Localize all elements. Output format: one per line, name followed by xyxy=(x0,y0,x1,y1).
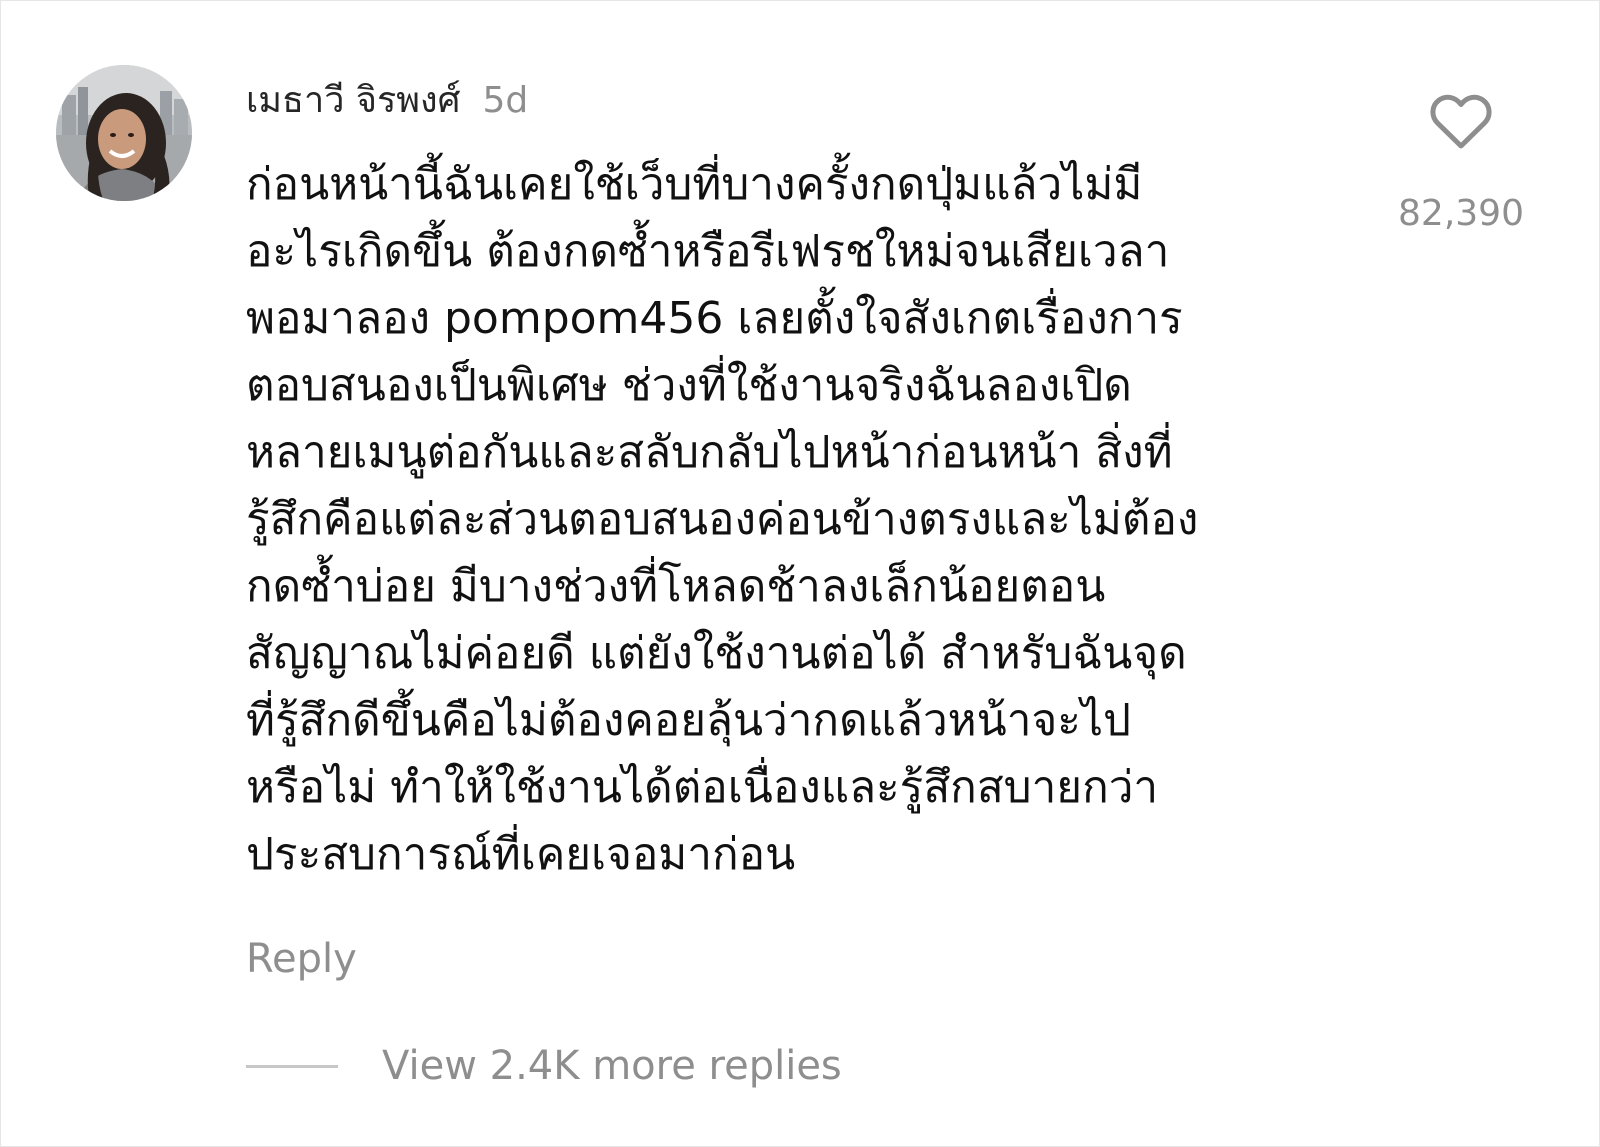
heart-outline-icon[interactable] xyxy=(1429,93,1493,151)
comment-text-line: ก่อนหน้านี้ฉันเคยใช้เว็บที่บางครั้งกดปุ่… xyxy=(246,159,1143,210)
comment-card: เมธาวี จิรพงศ์ 5d ก่อนหน้านี้ฉันเคยใช้เว… xyxy=(0,0,1600,1147)
like-count: 82,390 xyxy=(1398,193,1524,234)
comment-text-line: อะไรเกิดขึ้น ต้องกดซ้ำหรือรีเฟรชใหม่จนเส… xyxy=(246,226,1170,277)
comment-text-line: ประสบการณ์ที่เคยเจอมาก่อน xyxy=(246,829,796,880)
comment-header: เมธาวี จิรพงศ์ 5d xyxy=(246,71,528,131)
comment-text-line: หลายเมนูต่อกันและสลับกลับไปหน้าก่อนหน้า … xyxy=(246,427,1173,478)
comment-text-line: สัญญาณไม่ค่อยดี แต่ยังใช้งานต่อได้ สำหรั… xyxy=(246,628,1187,679)
comment-text-line: ที่รู้สึกดีขึ้นคือไม่ต้องคอยลุ้นว่ากดแล้… xyxy=(246,695,1131,746)
comment-text-line: กดซ้ำบ่อย มีบางช่วงที่โหลดช้าลงเล็กน้อยต… xyxy=(246,561,1106,612)
comment-text-line: ตอบสนองเป็นพิเศษ ช่วงที่ใช้งานจริงฉันลอง… xyxy=(246,360,1132,411)
view-replies-row[interactable]: View 2.4K more replies xyxy=(246,1038,842,1094)
comment-timestamp: 5d xyxy=(482,80,529,121)
avatar-photo xyxy=(56,65,192,201)
comment-text-line: หรือไม่ ทำให้ใช้งานได้ต่อเนื่องและรู้สึก… xyxy=(246,762,1159,813)
comment-text-line: พอมาลอง pompom456 เลยตั้งใจสังเกตเรื่องก… xyxy=(246,293,1183,344)
reply-button[interactable]: Reply xyxy=(246,936,357,982)
view-more-replies-button[interactable]: View 2.4K more replies xyxy=(382,1043,842,1089)
username[interactable]: เมธาวี จิรพงศ์ xyxy=(246,71,460,128)
comment-text-line: รู้สึกคือแต่ละส่วนตอบสนองค่อนข้างตรงและไ… xyxy=(246,494,1199,545)
divider-line xyxy=(246,1064,338,1068)
comment-text: ก่อนหน้านี้ฉันเคยใช้เว็บที่บางครั้งกดปุ่… xyxy=(246,151,1336,888)
avatar[interactable] xyxy=(56,65,192,201)
like-block: 82,390 xyxy=(1391,93,1531,234)
